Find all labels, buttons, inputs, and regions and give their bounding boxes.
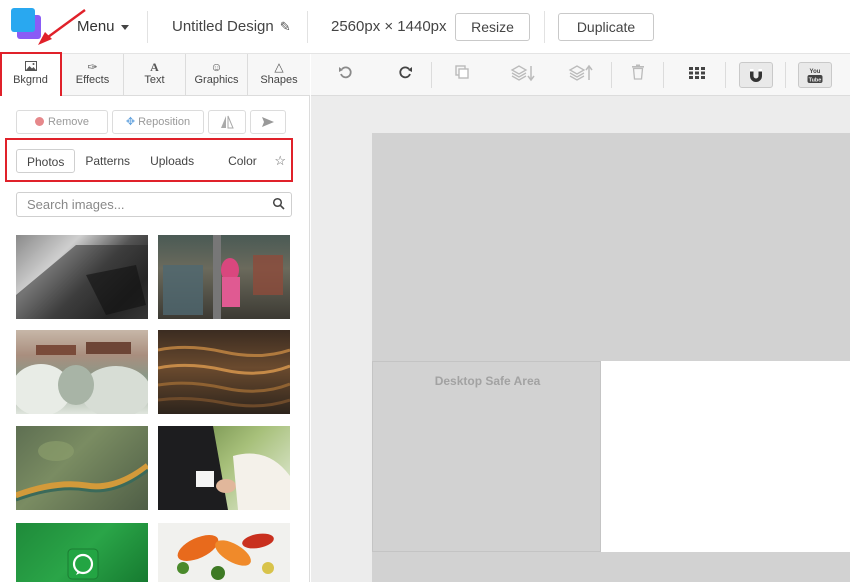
snap-toggle-button[interactable] xyxy=(739,62,773,88)
toolbar-divider xyxy=(431,62,432,88)
highlight-box-subtabs xyxy=(5,138,293,182)
toolbar-divider xyxy=(663,62,664,88)
flip-icon xyxy=(221,115,234,129)
divider xyxy=(147,11,148,43)
tab-label: Text xyxy=(144,74,165,86)
send-button[interactable] xyxy=(250,110,286,134)
smiley-icon: ☺ xyxy=(210,60,223,74)
snowy-palace-image xyxy=(16,342,148,414)
photo-thumbnail[interactable] xyxy=(158,235,290,319)
holding-hands-image xyxy=(158,426,290,510)
design-title-text: Untitled Design xyxy=(172,18,274,35)
roasted-vegetables-image xyxy=(177,533,274,580)
search-icon[interactable] xyxy=(272,197,286,211)
resize-button[interactable]: Resize xyxy=(455,13,530,41)
copy-icon[interactable] xyxy=(451,64,473,86)
magic-wand-icon: ✑ xyxy=(87,60,98,74)
toolbar-divider xyxy=(725,62,726,88)
flip-button[interactable] xyxy=(208,110,246,134)
tab-shapes[interactable]: △ Shapes xyxy=(248,54,310,96)
canvas-toolbar: You Tube xyxy=(311,54,850,96)
photo-thumbnail[interactable] xyxy=(16,330,148,414)
caret-down-icon xyxy=(120,24,129,30)
youtube-icon: You Tube xyxy=(807,69,823,84)
toolbar-divider xyxy=(611,62,612,88)
photo-thumbnail[interactable] xyxy=(158,330,290,414)
photo-thumbnail[interactable] xyxy=(16,235,148,319)
aerial-river-image xyxy=(16,441,148,502)
toolbar-divider xyxy=(785,62,786,88)
layer-down-icon[interactable] xyxy=(509,64,537,86)
desktop-safe-area: Desktop Safe Area xyxy=(372,361,601,552)
remove-icon xyxy=(35,117,45,126)
reposition-label: Reposition xyxy=(138,116,191,128)
search-input[interactable] xyxy=(16,192,292,217)
tab-effects[interactable]: ✑ Effects xyxy=(62,54,124,96)
canvas-workspace[interactable]: Desktop Safe Area xyxy=(311,96,850,582)
tab-label: Shapes xyxy=(260,74,298,86)
street-photo-image xyxy=(163,235,283,319)
photo-thumbnail[interactable] xyxy=(16,426,148,510)
divider xyxy=(307,11,308,43)
grid-icon[interactable] xyxy=(686,64,708,86)
car-photo-image xyxy=(16,245,148,319)
send-icon xyxy=(262,117,274,128)
tab-graphics[interactable]: ☺ Graphics xyxy=(186,54,248,96)
reposition-button[interactable]: ✥ Reposition xyxy=(112,110,204,134)
top-bar: Menu Untitled Design ✎ 2560px × 1440px Re… xyxy=(0,0,850,54)
canvas-dimensions: 2560px × 1440px xyxy=(331,18,447,35)
photo-thumbnail[interactable] xyxy=(158,523,290,582)
tab-label: Effects xyxy=(75,74,110,86)
canvas-background[interactable] xyxy=(372,133,850,361)
triangle-icon: △ xyxy=(274,60,284,74)
layer-up-icon[interactable] xyxy=(567,64,595,86)
duplicate-button[interactable]: Duplicate xyxy=(558,13,654,41)
safe-area-label: Desktop Safe Area xyxy=(434,374,541,388)
tab-label: Graphics xyxy=(194,74,239,86)
svg-text:Tube: Tube xyxy=(809,78,822,84)
tab-text[interactable]: A Text xyxy=(124,54,186,96)
divider xyxy=(544,11,545,43)
remove-label: Remove xyxy=(48,116,89,128)
canvas-white-region xyxy=(601,361,850,552)
svg-text:You: You xyxy=(810,69,821,75)
canvas-background-bottom xyxy=(372,552,850,582)
move-icon: ✥ xyxy=(125,116,136,128)
pencil-icon[interactable]: ✎ xyxy=(280,19,291,35)
red-arrow-annotation xyxy=(38,9,86,45)
whatsapp-cube-image xyxy=(67,548,99,580)
text-icon: A xyxy=(150,60,159,74)
highlight-box-background-tab xyxy=(0,52,62,98)
design-title[interactable]: Untitled Design ✎ xyxy=(172,18,291,35)
trash-icon[interactable] xyxy=(627,64,649,86)
water-ripples-image xyxy=(158,345,290,408)
magnet-icon xyxy=(750,69,762,82)
photo-thumbnail[interactable] xyxy=(158,426,290,510)
remove-button[interactable]: Remove xyxy=(16,110,108,134)
redo-icon[interactable] xyxy=(394,64,416,86)
photo-thumbnail[interactable] xyxy=(16,523,148,582)
youtube-button[interactable]: You Tube xyxy=(798,62,832,88)
undo-icon[interactable] xyxy=(335,64,357,86)
